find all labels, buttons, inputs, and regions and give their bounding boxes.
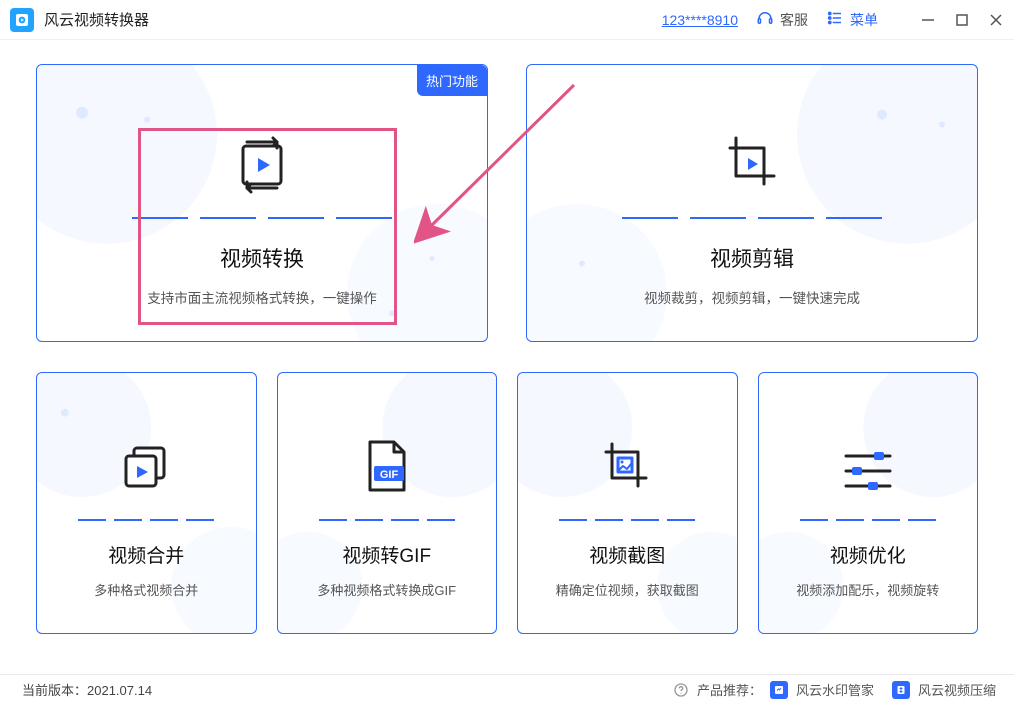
capture-icon: [598, 438, 656, 501]
divider: [622, 217, 882, 219]
window-close-button[interactable]: [988, 12, 1004, 28]
recommend-link-compress[interactable]: 风云视频压缩: [918, 680, 996, 699]
compress-app-icon: [892, 681, 910, 699]
card-video-optimize[interactable]: 视频优化 视频添加配乐，视频旋转: [758, 372, 979, 634]
card-title: 视频优化: [830, 541, 906, 568]
version-text: 当前版本：2021.07.14: [22, 680, 152, 699]
gif-icon: GIF: [362, 438, 412, 501]
title-bar: 风云视频转换器 123****8910 客服 菜单: [0, 0, 1014, 40]
menu-button[interactable]: 菜单: [826, 9, 878, 30]
headset-icon: [756, 9, 774, 30]
convert-icon: [233, 136, 291, 199]
help-icon[interactable]: [673, 682, 689, 698]
divider: [132, 217, 392, 219]
status-bar: 当前版本：2021.07.14 产品推荐： 风云水印管家 风云视频压缩: [0, 674, 1014, 704]
card-desc: 视频添加配乐，视频旋转: [796, 580, 939, 599]
card-title: 视频转GIF: [342, 541, 431, 568]
card-video-convert[interactable]: 热门功能 视频转换 支持市面主流视频格式转换，一键操作: [36, 64, 488, 342]
menu-icon: [826, 9, 844, 30]
card-video-gif[interactable]: GIF 视频转GIF 多种视频格式转换成GIF: [277, 372, 498, 634]
menu-label: 菜单: [850, 10, 878, 30]
sliders-icon: [840, 446, 896, 501]
merge-icon: [118, 440, 174, 501]
divider: [319, 519, 455, 521]
app-title: 风云视频转换器: [44, 9, 149, 30]
recommend-link-watermark[interactable]: 风云水印管家: [796, 680, 874, 699]
window-minimize-button[interactable]: [920, 12, 936, 28]
card-video-capture[interactable]: 视频截图 精确定位视频，获取截图: [517, 372, 738, 634]
card-title: 视频剪辑: [710, 243, 794, 273]
customer-service-label: 客服: [780, 10, 808, 30]
recommend-label: 产品推荐：: [697, 680, 762, 699]
main-content: 热门功能 视频转换 支持市面主流视频格式转换，一键操作 视频剪辑 视频裁剪，视频…: [0, 40, 1014, 634]
watermark-app-icon: [770, 681, 788, 699]
svg-text:GIF: GIF: [380, 469, 399, 481]
card-desc: 多种视频格式转换成GIF: [317, 580, 456, 599]
card-video-merge[interactable]: 视频合并 多种格式视频合并: [36, 372, 257, 634]
card-video-edit[interactable]: 视频剪辑 视频裁剪，视频剪辑，一键快速完成: [526, 64, 978, 342]
card-title: 视频合并: [108, 541, 184, 568]
card-desc: 支持市面主流视频格式转换，一键操作: [147, 287, 377, 307]
divider: [559, 519, 695, 521]
hot-badge: 热门功能: [417, 65, 487, 96]
customer-service-button[interactable]: 客服: [756, 9, 808, 30]
app-logo: [10, 8, 34, 32]
divider: [78, 519, 214, 521]
divider: [800, 519, 936, 521]
card-desc: 视频裁剪，视频剪辑，一键快速完成: [644, 287, 860, 307]
card-desc: 多种格式视频合并: [94, 580, 198, 599]
window-maximize-button[interactable]: [954, 12, 970, 28]
card-title: 视频转换: [220, 243, 304, 273]
crop-icon: [722, 134, 782, 199]
user-id-link[interactable]: 123****8910: [662, 12, 738, 28]
card-title: 视频截图: [589, 541, 665, 568]
card-desc: 精确定位视频，获取截图: [556, 580, 699, 599]
